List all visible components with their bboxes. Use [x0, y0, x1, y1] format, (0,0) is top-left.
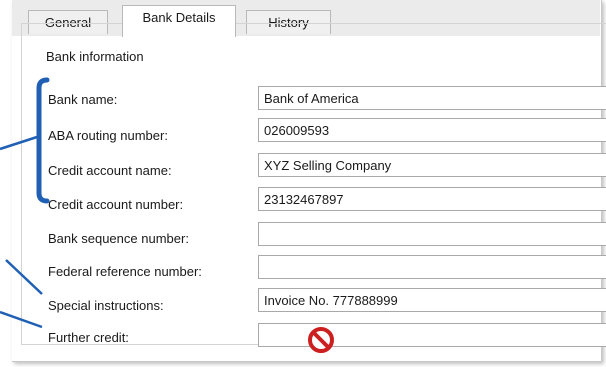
credit-account-name-field[interactable] — [258, 153, 606, 177]
special-instructions-label: Special instructions: — [48, 298, 164, 313]
further-credit-field[interactable] — [258, 323, 606, 347]
federal-reference-number-field[interactable] — [258, 255, 606, 279]
bank-sequence-number-label: Bank sequence number: — [48, 231, 189, 246]
federal-reference-number-label: Federal reference number: — [48, 264, 202, 279]
credit-account-number-field[interactable] — [258, 187, 606, 211]
aba-routing-number-field[interactable] — [258, 118, 606, 142]
credit-account-name-label: Credit account name: — [48, 163, 172, 178]
bank-sequence-number-field[interactable] — [258, 222, 606, 246]
bank-name-field[interactable] — [258, 86, 606, 110]
further-credit-label: Further credit: — [48, 330, 129, 345]
aba-routing-number-label: ABA routing number: — [48, 128, 168, 143]
bank-name-label: Bank name: — [48, 92, 118, 107]
group-title: Bank information — [42, 49, 148, 64]
special-instructions-field[interactable] — [258, 288, 606, 312]
credit-account-number-label: Credit account number: — [48, 197, 184, 212]
tab-bank-details[interactable]: Bank Details — [122, 5, 236, 37]
